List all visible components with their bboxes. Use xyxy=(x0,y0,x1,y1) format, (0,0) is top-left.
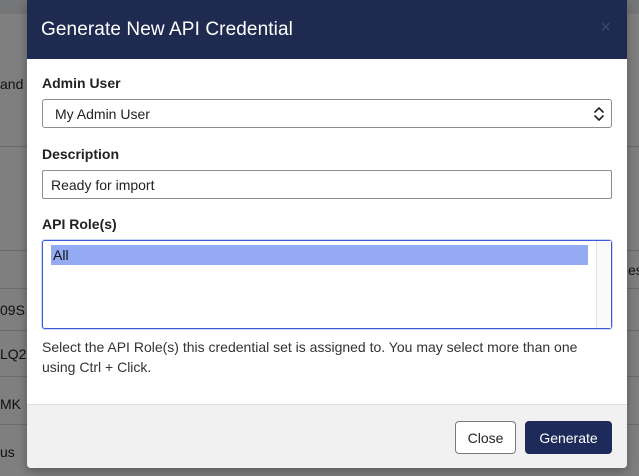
admin-user-selected-value: My Admin User xyxy=(55,105,150,122)
listbox-scrollbar[interactable] xyxy=(596,241,611,328)
modal-body: Admin User My Admin User Description API… xyxy=(27,59,627,377)
chevron-updown-icon xyxy=(593,106,605,121)
admin-user-select[interactable]: My Admin User xyxy=(42,99,612,128)
close-button[interactable]: Close xyxy=(455,421,516,454)
description-label: Description xyxy=(42,146,120,162)
modal-title: Generate New API Credential xyxy=(41,18,293,40)
admin-user-label: Admin User xyxy=(42,75,121,91)
generate-credential-modal: Generate New API Credential × Admin User… xyxy=(27,0,627,468)
generate-button[interactable]: Generate xyxy=(525,421,612,454)
api-roles-listbox[interactable]: All xyxy=(42,240,612,329)
api-roles-help-text: Select the API Role(s) this credential s… xyxy=(42,339,578,375)
modal-footer: Close Generate xyxy=(27,404,627,468)
api-role-option-all[interactable]: All xyxy=(51,245,588,265)
api-roles-label: API Role(s) xyxy=(42,216,117,232)
description-input[interactable] xyxy=(42,170,612,199)
modal-header: Generate New API Credential × xyxy=(27,0,627,59)
close-icon[interactable]: × xyxy=(600,18,611,36)
